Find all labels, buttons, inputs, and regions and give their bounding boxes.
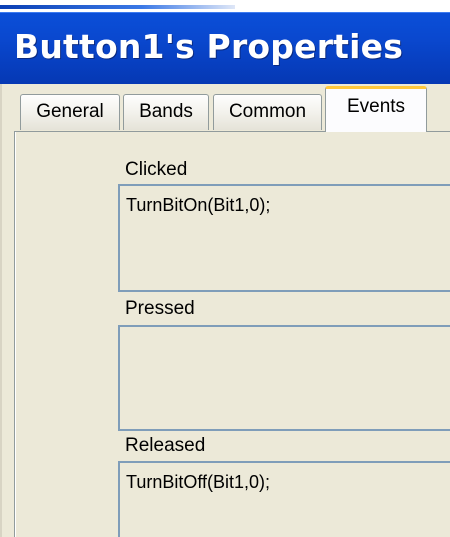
tab-events[interactable]: Events (325, 86, 427, 132)
top-divider (0, 5, 235, 9)
tab-strip: General Bands Common Events (0, 84, 450, 132)
released-event-field[interactable]: TurnBitOff(Bit1,0); (118, 461, 450, 537)
pressed-label: Pressed (125, 298, 195, 319)
released-label: Released (125, 435, 206, 456)
tab-common-label: Common (228, 101, 307, 122)
tab-general-label: General (36, 101, 104, 122)
tab-general[interactable]: General (20, 94, 120, 130)
properties-window: Button1's Properties General Bands Commo… (0, 0, 450, 537)
title-bar[interactable]: Button1's Properties (0, 12, 450, 85)
tab-common[interactable]: Common (213, 94, 322, 130)
top-strip (0, 0, 450, 12)
pressed-event-field[interactable] (118, 325, 450, 431)
tab-bands[interactable]: Bands (123, 94, 209, 130)
clicked-event-field[interactable]: TurnBitOn(Bit1,0); (118, 184, 450, 292)
window-left-edge (0, 84, 2, 537)
clicked-label: Clicked (125, 159, 188, 180)
tab-bands-label: Bands (139, 101, 193, 122)
window-title: Button1's Properties (14, 27, 404, 66)
tab-events-label: Events (346, 96, 406, 117)
